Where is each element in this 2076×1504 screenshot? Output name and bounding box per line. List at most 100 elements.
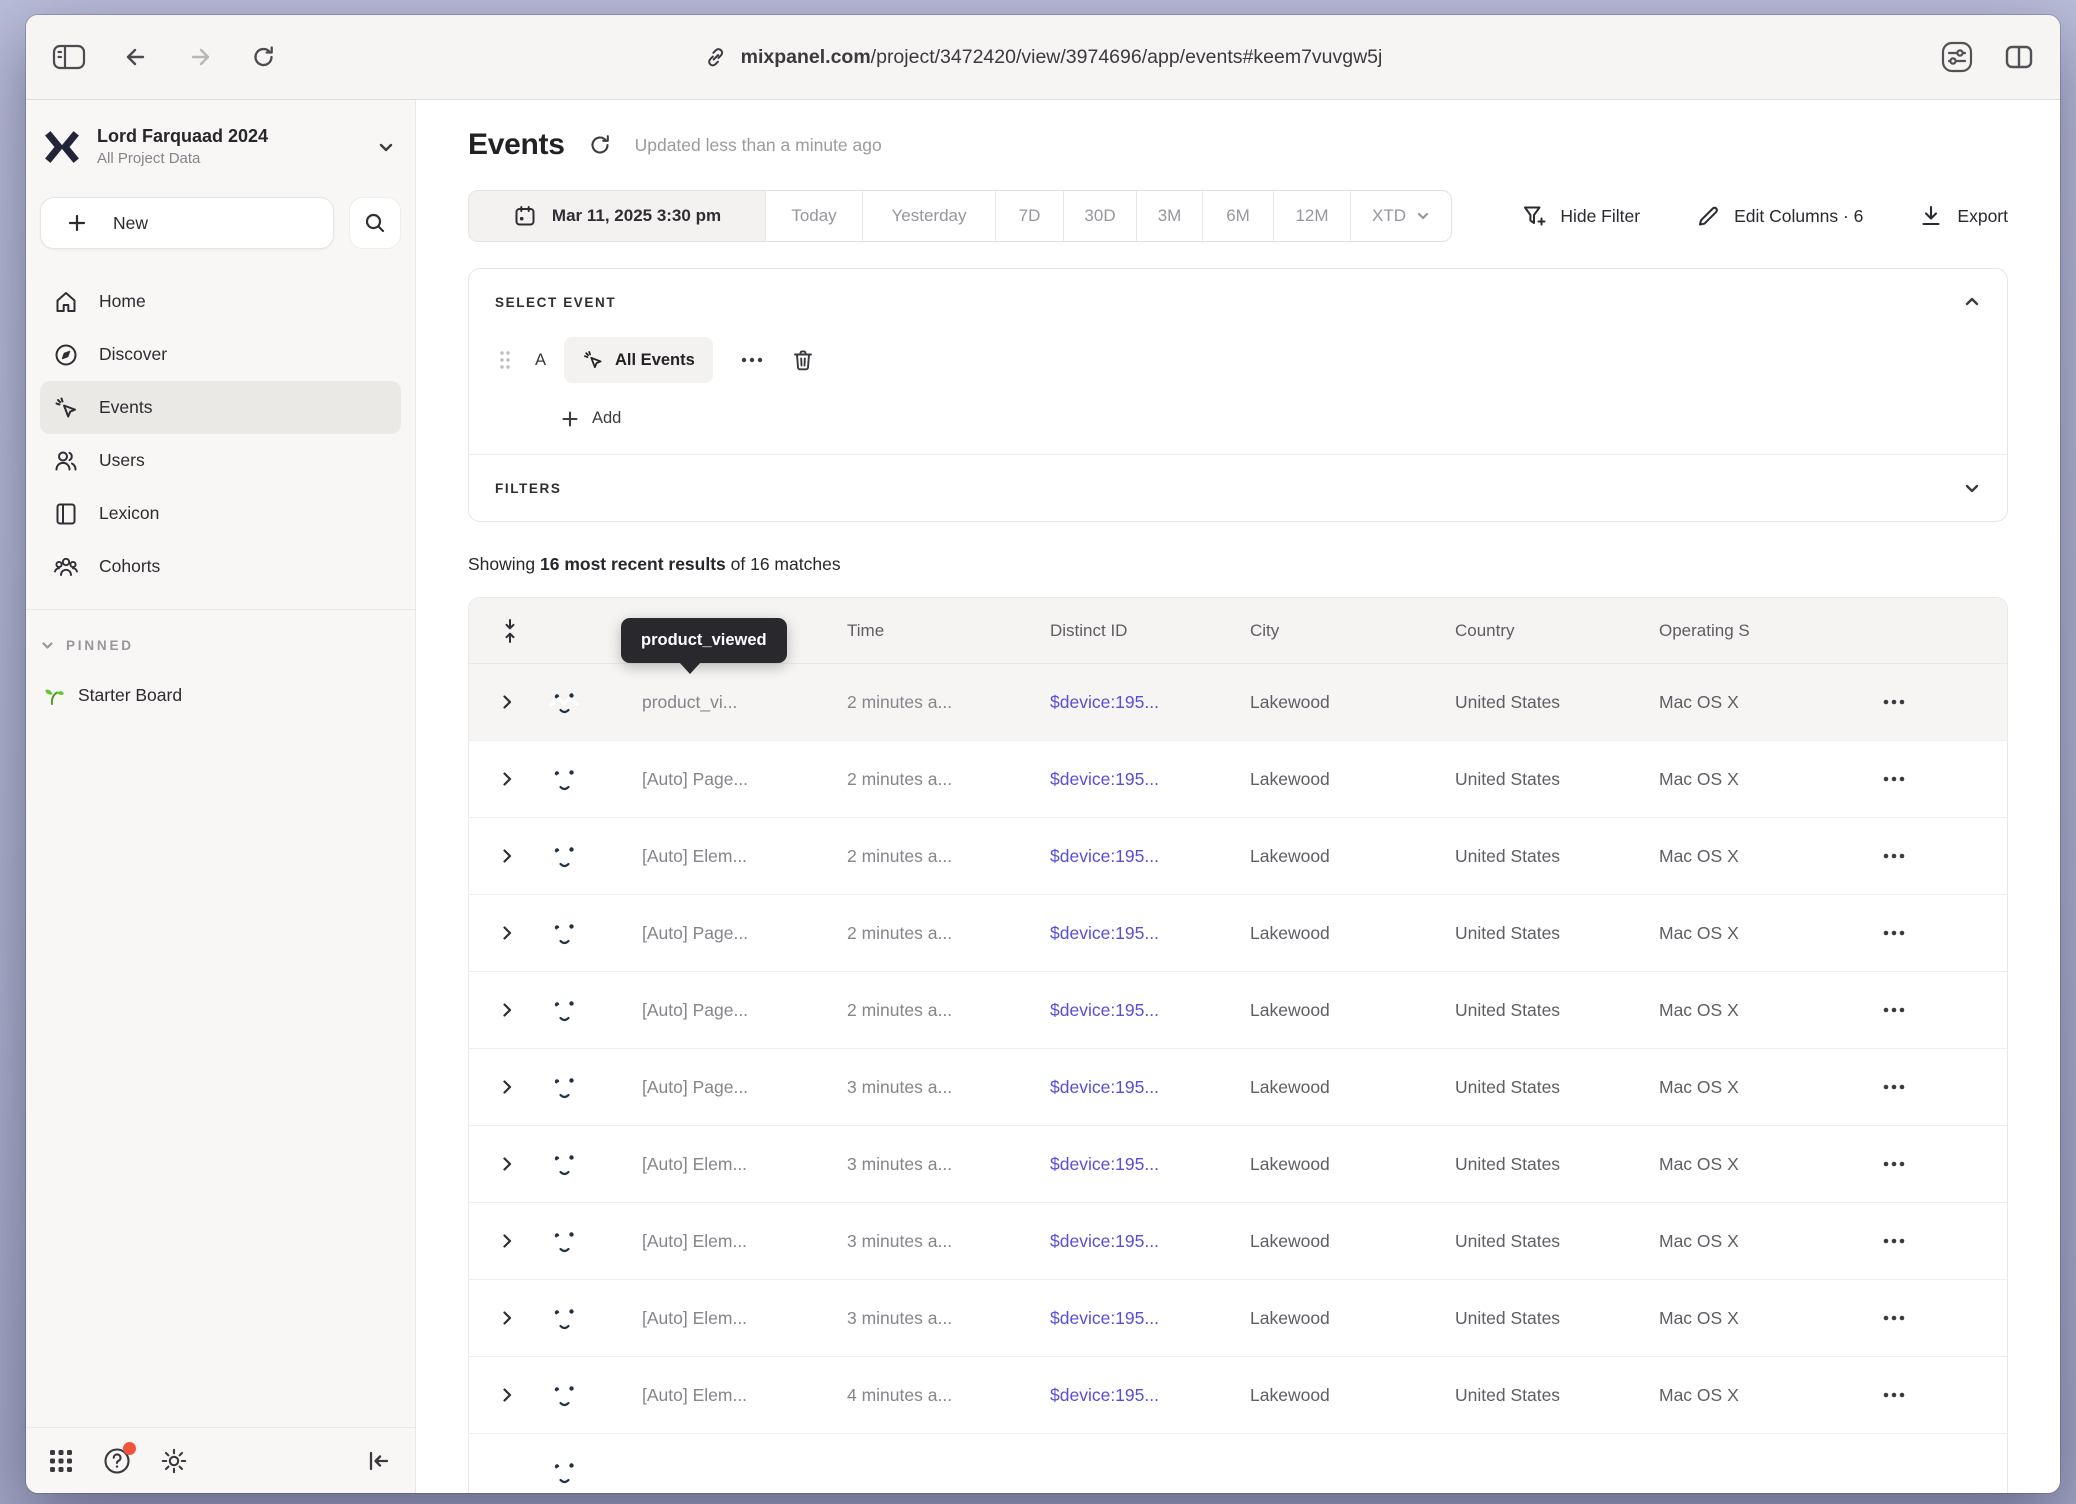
cell-event-name[interactable]: [Auto] Page... (642, 1077, 847, 1098)
project-switcher[interactable]: Lord Farquaad 2024 All Project Data (26, 118, 415, 175)
preset-30d[interactable]: 30D (1063, 191, 1136, 241)
row-menu-icon[interactable] (1882, 1161, 2007, 1167)
row-menu-icon[interactable] (1882, 1315, 2007, 1321)
sort-icon[interactable] (499, 618, 545, 644)
forward-button[interactable] (186, 43, 214, 71)
sidebar-item-users[interactable]: Users (40, 434, 401, 487)
back-button[interactable] (122, 43, 150, 71)
cell-event-name[interactable]: [Auto] Page... (642, 923, 847, 944)
pinned-section-header[interactable]: PINNED (26, 610, 415, 653)
table-row[interactable]: [Auto] Page... 2 minutes a... $device:19… (469, 895, 2007, 972)
row-menu-icon[interactable] (1882, 1084, 2007, 1090)
hide-filter-button[interactable]: Hide Filter (1521, 203, 1640, 229)
sidebar-toggle-icon[interactable] (52, 43, 86, 71)
expand-row-icon[interactable] (499, 1387, 545, 1403)
table-row[interactable]: [Auto] Elem... 3 minutes a... $device:19… (469, 1203, 2007, 1280)
split-view-icon[interactable] (2004, 43, 2034, 71)
column-header-distinct-id[interactable]: Distinct ID (1050, 621, 1250, 641)
preset-today[interactable]: Today (765, 191, 862, 241)
expand-row-icon[interactable] (499, 1079, 545, 1095)
table-row[interactable]: [Auto] Elem... 4 minutes a... $device:19… (469, 1357, 2007, 1434)
cell-distinct-id[interactable]: $device:195... (1050, 692, 1250, 713)
preset-6m[interactable]: 6M (1202, 191, 1273, 241)
sidebar-item-home[interactable]: Home (40, 275, 401, 328)
add-event-button[interactable]: Add (561, 409, 1981, 428)
edit-columns-button[interactable]: Edit Columns · 6 (1695, 203, 1863, 229)
expand-row-icon[interactable] (499, 1310, 545, 1326)
cell-distinct-id[interactable]: $device:195... (1050, 923, 1250, 944)
row-menu-icon[interactable] (1882, 776, 2007, 782)
preset-3m[interactable]: 3M (1136, 191, 1202, 241)
cell-event-name[interactable]: [Auto] Page... (642, 769, 847, 790)
gear-icon[interactable] (160, 1447, 188, 1475)
row-menu-icon[interactable] (1882, 930, 2007, 936)
expand-row-icon[interactable] (499, 771, 545, 787)
row-menu-icon[interactable] (1882, 853, 2007, 859)
cell-distinct-id[interactable]: $device:195... (1050, 1385, 1250, 1406)
sidebar-item-cohorts[interactable]: Cohorts (40, 540, 401, 593)
table-row[interactable]: [Auto] Page... 2 minutes a... $device:19… (469, 972, 2007, 1049)
cell-distinct-id[interactable]: $device:195... (1050, 1077, 1250, 1098)
cell-distinct-id[interactable]: $device:195... (1050, 1000, 1250, 1021)
sidebar-item-discover[interactable]: Discover (40, 328, 401, 381)
help-icon[interactable] (102, 1446, 132, 1476)
more-options-icon[interactable] (741, 357, 763, 363)
drag-handle[interactable] (499, 349, 511, 371)
cell-event-name[interactable]: [Auto] Elem... (642, 1385, 847, 1406)
apps-grid-icon[interactable] (48, 1448, 74, 1474)
trash-icon[interactable] (791, 348, 815, 372)
row-menu-icon[interactable] (1882, 1007, 2007, 1013)
cell-distinct-id[interactable]: $device:195... (1050, 846, 1250, 867)
cell-distinct-id[interactable]: $device:195... (1050, 1231, 1250, 1252)
cell-distinct-id[interactable]: $device:195... (1050, 1154, 1250, 1175)
cell-event-name[interactable]: [Auto] Elem... (642, 1308, 847, 1329)
table-row[interactable]: [Auto] Elem... 3 minutes a... $device:19… (469, 1280, 2007, 1357)
reload-button[interactable] (250, 43, 278, 71)
cell-distinct-id[interactable]: $device:195... (1050, 769, 1250, 790)
cell-distinct-id[interactable]: $device:195... (1050, 1308, 1250, 1329)
row-menu-icon[interactable] (1882, 1392, 2007, 1398)
expand-row-icon[interactable] (499, 925, 545, 941)
date-picker-button[interactable]: Mar 11, 2025 3:30 pm (469, 191, 765, 241)
preset-7d[interactable]: 7D (995, 191, 1063, 241)
expand-row-icon[interactable] (499, 694, 545, 710)
search-button[interactable] (349, 197, 401, 249)
new-button[interactable]: New (40, 197, 334, 249)
chevron-down-icon[interactable] (1963, 479, 1981, 497)
expand-row-icon[interactable] (499, 1233, 545, 1249)
page-settings-icon[interactable] (1940, 40, 1974, 74)
event-selector-chip[interactable]: All Events (564, 337, 713, 383)
cell-event-name[interactable]: [Auto] Page... (642, 1000, 847, 1021)
column-header-country[interactable]: Country (1455, 621, 1659, 641)
table-row[interactable]: [Auto] Page... 2 minutes a... $device:19… (469, 741, 2007, 818)
preset-xtd[interactable]: XTD (1350, 191, 1451, 241)
preset-12m[interactable]: 12M (1273, 191, 1350, 241)
preset-yesterday[interactable]: Yesterday (862, 191, 995, 241)
table-row[interactable]: product_vi... 2 minutes a... $device:195… (469, 664, 2007, 741)
cell-event-name[interactable]: [Auto] Elem... (642, 1154, 847, 1175)
expand-row-icon[interactable] (499, 1002, 545, 1018)
collapse-sidebar-icon[interactable] (365, 1447, 393, 1475)
sidebar-item-starter-board[interactable]: Starter Board (26, 653, 415, 707)
column-header-os[interactable]: Operating S (1659, 621, 1882, 641)
address-bar[interactable]: mixpanel.com/project/3472420/view/397469… (704, 45, 1383, 69)
export-button[interactable]: Export (1918, 203, 2008, 229)
column-header-city[interactable]: City (1250, 621, 1455, 641)
expand-row-icon[interactable] (499, 1156, 545, 1172)
sidebar-item-events[interactable]: Events (40, 381, 401, 434)
chevron-up-icon[interactable] (1963, 293, 1981, 311)
project-name: Lord Farquaad 2024 (97, 126, 268, 147)
cell-event-name[interactable]: [Auto] Elem... (642, 846, 847, 867)
row-menu-icon[interactable] (1882, 699, 2007, 705)
column-header-time[interactable]: Time (847, 621, 1050, 641)
cell-event-name[interactable]: product_vi... (642, 692, 847, 713)
sidebar-item-lexicon[interactable]: Lexicon (40, 487, 401, 540)
row-menu-icon[interactable] (1882, 1238, 2007, 1244)
refresh-icon[interactable] (587, 132, 613, 158)
expand-row-icon[interactable] (499, 848, 545, 864)
cell-event-name[interactable]: [Auto] Elem... (642, 1231, 847, 1252)
table-row[interactable]: [Auto] Elem... 2 minutes a... $device:19… (469, 818, 2007, 895)
table-row[interactable] (469, 1434, 2007, 1493)
table-row[interactable]: [Auto] Page... 3 minutes a... $device:19… (469, 1049, 2007, 1126)
table-row[interactable]: [Auto] Elem... 3 minutes a... $device:19… (469, 1126, 2007, 1203)
